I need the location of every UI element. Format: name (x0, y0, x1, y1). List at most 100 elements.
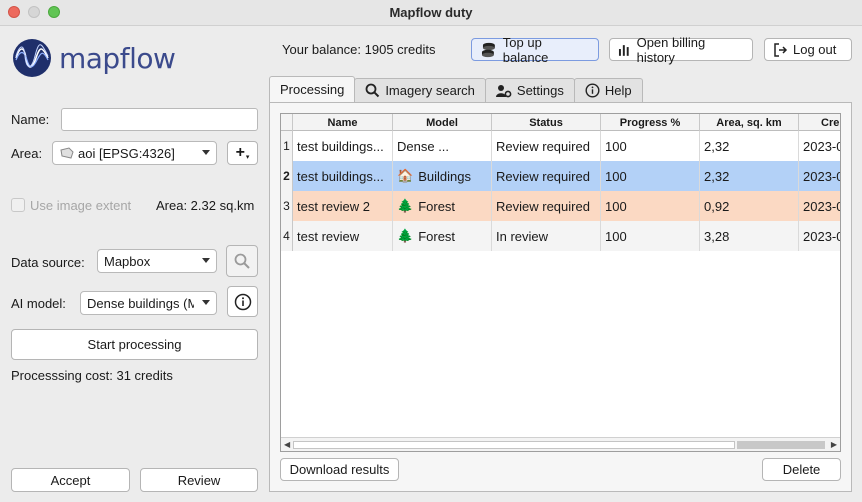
tab-processing[interactable]: Processing (269, 76, 356, 102)
balance-text: Your balance: 1905 credits (282, 42, 436, 57)
cell-created: 2023-0 (799, 131, 840, 161)
start-processing-button[interactable]: Start processing (11, 329, 258, 360)
cell-model-text: Buildings (418, 168, 471, 184)
model-info-button[interactable] (227, 286, 258, 317)
cell-model: 🌲 Forest (393, 191, 492, 221)
table-row[interactable]: 4 test review 🌲 Forest In review 100 3,2… (281, 221, 840, 251)
row-number: 3 (281, 191, 293, 221)
mapflow-logo-icon (13, 39, 51, 77)
scrollbar-track[interactable] (293, 441, 735, 449)
ai-model-value: Dense buildings (M (87, 295, 194, 311)
cell-model-text: Dense ... (397, 138, 450, 154)
search-icon (365, 83, 380, 98)
data-source-label: Data source: (11, 255, 85, 270)
open-billing-history-button[interactable]: Open billing history (609, 35, 753, 65)
tab-settings-label: Settings (516, 83, 564, 98)
ai-model-select[interactable]: Dense buildings (M (80, 291, 217, 315)
maximize-window-button[interactable] (48, 6, 60, 18)
column-header-created[interactable]: Cre (799, 114, 840, 131)
delete-button[interactable]: Delete (762, 458, 841, 481)
chevron-down-icon (202, 300, 210, 305)
dropdown-indicator-icon: ▾ (245, 154, 250, 161)
house-icon: 🏠 (397, 168, 414, 183)
cell-model: Dense ... (393, 131, 492, 161)
search-icon (234, 253, 250, 269)
info-icon (585, 83, 600, 98)
data-source-select[interactable]: Mapbox (97, 249, 217, 273)
search-imagery-button[interactable] (226, 245, 258, 277)
cell-created: 2023-0 (799, 191, 840, 221)
main-tabs: Processing Imagery search Settings Help (269, 76, 643, 102)
use-image-extent-checkbox[interactable] (11, 198, 25, 212)
column-header-model[interactable]: Model (393, 114, 492, 131)
cell-area: 2,32 (700, 161, 799, 191)
cell-model-text: Forest (418, 198, 456, 214)
download-results-button[interactable]: Download results (280, 458, 399, 481)
chevron-down-icon (202, 258, 210, 263)
billing-label: Open billing history (636, 34, 706, 65)
cell-status: Review required (492, 131, 601, 161)
accept-button[interactable]: Accept (11, 468, 130, 492)
cell-name: test buildings... (293, 131, 393, 161)
cell-area: 0,92 (700, 191, 799, 221)
column-header-progress[interactable]: Progress % (601, 114, 700, 131)
tab-imagery-search[interactable]: Imagery search (354, 78, 486, 102)
info-icon (234, 293, 251, 310)
table-row[interactable]: 1 test buildings... Dense ... Review req… (281, 131, 840, 161)
cell-name: test review (293, 221, 393, 251)
data-source-value: Mapbox (104, 253, 151, 269)
horizontal-scrollbar[interactable]: ◀ ▶ (281, 437, 840, 451)
settings-icon (495, 84, 512, 97)
tree-icon: 🌲 (397, 198, 414, 213)
column-header-name[interactable]: Name (293, 114, 393, 131)
chevron-down-icon (202, 150, 210, 155)
processings-table[interactable]: Name Model Status Progress % Area, sq. k… (280, 113, 841, 452)
scroll-left-icon[interactable]: ◀ (284, 440, 290, 449)
table-row[interactable]: 3 test review 2 🌲 Forest Review required… (281, 191, 840, 221)
top-up-balance-button[interactable]: Top up balance (471, 35, 599, 65)
scrollbar-thumb[interactable] (737, 441, 825, 449)
logo-text: mapflow (59, 41, 176, 75)
log-out-button[interactable]: Log out (764, 38, 852, 61)
cell-area: 3,28 (700, 221, 799, 251)
cell-progress: 100 (601, 191, 700, 221)
tab-help-label: Help (604, 83, 632, 98)
tab-help[interactable]: Help (573, 78, 643, 102)
cell-progress: 100 (601, 161, 700, 191)
tree-icon: 🌲 (397, 228, 414, 243)
close-window-button[interactable] (8, 6, 20, 18)
add-area-button[interactable]: + ▾ (227, 141, 258, 165)
logout-icon (774, 42, 788, 57)
corner-cell (281, 114, 293, 131)
tab-processing-label: Processing (280, 82, 345, 97)
row-number: 2 (281, 161, 293, 191)
area-select[interactable]: aoi [EPSG:4326] (52, 141, 217, 165)
row-number: 1 (281, 131, 293, 161)
cell-area: 2,32 (700, 131, 799, 161)
column-header-area[interactable]: Area, sq. km (700, 114, 799, 131)
cell-progress: 100 (601, 221, 700, 251)
plus-icon: + (235, 144, 245, 161)
minimize-window-button[interactable] (28, 6, 40, 18)
name-input[interactable] (61, 108, 258, 131)
window-title: Mapflow duty (389, 5, 473, 20)
use-image-extent-label: Use image extent (30, 198, 132, 213)
area-size-text: Area: 2.32 sq.km (156, 198, 255, 213)
area-select-value: aoi [EPSG:4326] (78, 145, 175, 161)
table-row[interactable]: 2 test buildings... 🏠 Buildings Review r… (281, 161, 840, 191)
name-label: Name: (11, 112, 50, 127)
bar-chart-icon (618, 44, 629, 56)
tab-settings[interactable]: Settings (484, 78, 575, 102)
cell-model: 🏠 Buildings (393, 161, 492, 191)
scroll-right-icon[interactable]: ▶ (831, 440, 837, 449)
column-header-status[interactable]: Status (492, 114, 601, 131)
tab-imagery-search-label: Imagery search (385, 83, 475, 98)
cell-name: test review 2 (293, 191, 393, 221)
cell-status: Review required (492, 191, 601, 221)
cell-progress: 100 (601, 131, 700, 161)
area-label: Area: (11, 146, 43, 161)
cell-model: 🌲 Forest (393, 221, 492, 251)
cell-name: test buildings... (293, 161, 393, 191)
cell-model-text: Forest (418, 228, 456, 244)
review-button[interactable]: Review (140, 468, 258, 492)
